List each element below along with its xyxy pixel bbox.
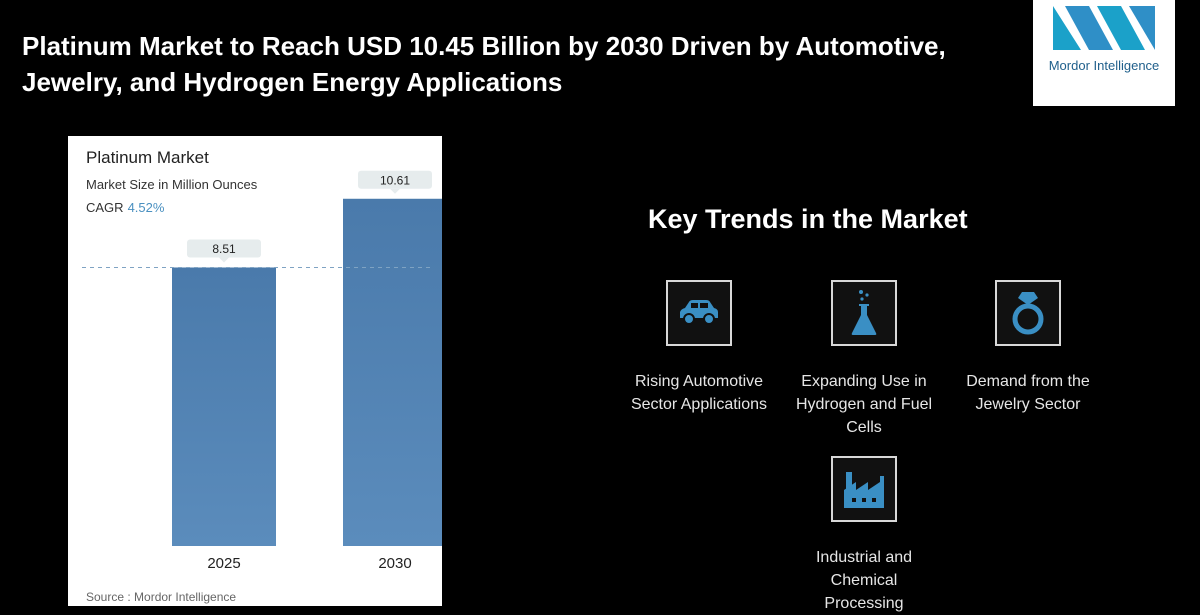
mordor-logo-icon bbox=[1053, 6, 1155, 50]
data-label: 10.61 bbox=[380, 173, 410, 187]
chart-source: Source : Mordor Intelligence bbox=[86, 590, 237, 604]
trend-hydrogen: Expanding Use in Hydrogen and Fuel Cells bbox=[789, 280, 939, 439]
trend-icon-box bbox=[831, 456, 897, 522]
data-label: 8.51 bbox=[212, 242, 236, 256]
mordor-logo[interactable]: Mordor Intelligence bbox=[1033, 0, 1175, 106]
trend-automotive: Rising Automotive Sector Applications bbox=[624, 280, 774, 416]
flask-icon bbox=[851, 290, 877, 335]
trend-icon-box bbox=[995, 280, 1061, 346]
factory-icon bbox=[844, 472, 884, 508]
page-title: Platinum Market to Reach USD 10.45 Billi… bbox=[22, 31, 946, 97]
trend-label: Expanding Use in Hydrogen and Fuel Cells bbox=[795, 373, 933, 436]
trends-title: Key Trends in the Market bbox=[648, 204, 968, 234]
trend-label: Industrial and Chemical Processing bbox=[815, 549, 913, 612]
data-label-pointer bbox=[390, 188, 400, 194]
trend-label: Rising Automotive Sector Applications bbox=[630, 373, 768, 413]
chart-card: Platinum Market Market Size in Million O… bbox=[68, 136, 442, 606]
ring-icon bbox=[1012, 292, 1044, 335]
car-icon bbox=[680, 300, 718, 325]
bar-chart: 8.51 2025 10.61 2030 bbox=[82, 170, 442, 572]
data-label-pointer bbox=[219, 257, 229, 263]
bar-2025 bbox=[172, 267, 276, 546]
trend-label: Demand from the Jewelry Sector bbox=[966, 373, 1090, 413]
logo-text: Mordor Intelligence bbox=[1048, 58, 1160, 73]
trend-icon-box bbox=[666, 280, 732, 346]
bar-2030 bbox=[343, 198, 442, 546]
trend-jewelry: Demand from the Jewelry Sector bbox=[953, 280, 1103, 416]
trend-industrial: Industrial and Chemical Processing bbox=[789, 456, 939, 615]
trend-icon-box bbox=[831, 280, 897, 346]
x-tick-label: 2025 bbox=[207, 555, 240, 572]
x-tick-label: 2030 bbox=[378, 555, 411, 572]
